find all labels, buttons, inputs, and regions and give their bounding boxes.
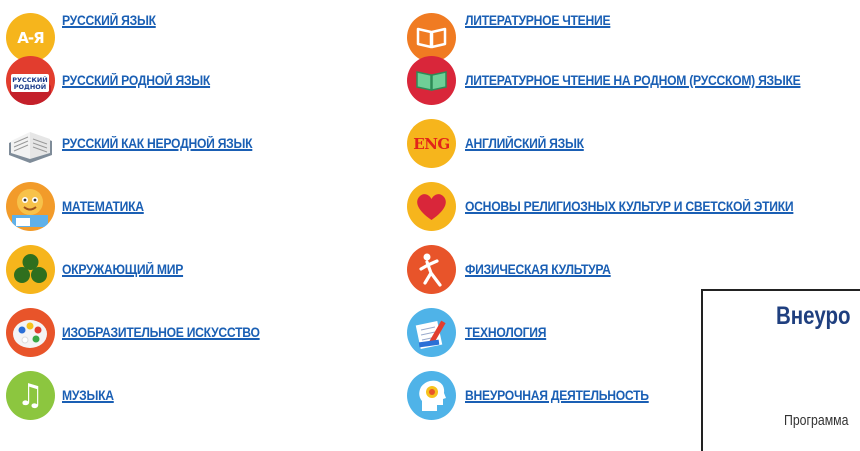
left-subject-list: А-Я РУССКИЙ ЯЗЫК РУССКИЙ РОДНОЙ РУССКИЙ … xyxy=(6,0,282,427)
subject-link[interactable]: ЛИТЕРАТУРНОЕ ЧТЕНИЕ xyxy=(465,13,611,28)
panel-title: Внеуро xyxy=(776,302,851,330)
subject-link[interactable]: ЛИТЕРАТУРНОЕ ЧТЕНИЕ НА РОДНОМ (РУССКОМ) … xyxy=(465,73,801,88)
cartoon-character-icon xyxy=(6,182,55,231)
svg-text:РОДНОЙ: РОДНОЙ xyxy=(14,82,46,91)
subject-item[interactable]: ОСНОВЫ РЕЛИГИОЗНЫХ КУЛЬТУР И СВЕТСКОЙ ЭТ… xyxy=(407,175,838,238)
subject-link[interactable]: РУССКИЙ РОДНОЙ ЯЗЫК xyxy=(62,73,210,88)
eng-icon: ENG xyxy=(407,119,456,168)
subject-link[interactable]: ОКРУЖАЮЩИЙ МИР xyxy=(62,262,183,277)
subject-item[interactable]: А-Я РУССКИЙ ЯЗЫК xyxy=(6,0,282,62)
subject-item[interactable]: МАТЕМАТИКА xyxy=(6,175,282,238)
subject-item[interactable]: ♫ МУЗЫКА xyxy=(6,364,282,427)
heart-icon xyxy=(407,182,456,231)
subject-link[interactable]: РУССКИЙ КАК НЕРОДНОЙ ЯЗЫК xyxy=(62,136,253,151)
subject-link[interactable]: МАТЕМАТИКА xyxy=(62,199,144,214)
subject-item[interactable]: ИЗОБРАЗИТЕЛЬНОЕ ИСКУССТВО xyxy=(6,301,282,364)
extracurricular-panel: Внеуро Программа xyxy=(701,289,860,451)
panel-subtitle: Программа xyxy=(784,412,849,429)
subject-link[interactable]: РУССКИЙ ЯЗЫК xyxy=(62,13,156,28)
open-book-icon xyxy=(6,119,55,168)
subject-link[interactable]: АНГЛИЙСКИЙ ЯЗЫК xyxy=(465,136,584,151)
brain-head-icon xyxy=(407,371,456,420)
athlete-icon xyxy=(407,245,456,294)
subject-item[interactable]: ENG АНГЛИЙСКИЙ ЯЗЫК xyxy=(407,112,838,175)
palette-icon xyxy=(6,308,55,357)
treble-clef-icon: ♫ xyxy=(6,371,55,420)
subject-link[interactable]: ФИЗИЧЕСКАЯ КУЛЬТУРА xyxy=(465,262,611,277)
subject-item[interactable]: ОКРУЖАЮЩИЙ МИР xyxy=(6,238,282,301)
leaves-icon xyxy=(6,245,55,294)
subject-link[interactable]: ИЗОБРАЗИТЕЛЬНОЕ ИСКУССТВО xyxy=(62,325,260,340)
subject-link[interactable]: МУЗЫКА xyxy=(62,388,114,403)
subject-item[interactable]: РУССКИЙ РОДНОЙ РУССКИЙ РОДНОЙ ЯЗЫК xyxy=(6,49,282,112)
subject-link[interactable]: ОСНОВЫ РЕЛИГИОЗНЫХ КУЛЬТУР И СВЕТСКОЙ ЭТ… xyxy=(465,199,794,214)
book-native-icon xyxy=(407,56,456,105)
subject-item[interactable]: РУССКИЙ КАК НЕРОДНОЙ ЯЗЫК xyxy=(6,112,282,175)
subject-item[interactable]: ЛИТЕРАТУРНОЕ ЧТЕНИЕ xyxy=(407,0,838,62)
tools-icon xyxy=(407,308,456,357)
subject-item[interactable]: ЛИТЕРАТУРНОЕ ЧТЕНИЕ НА РОДНОМ (РУССКОМ) … xyxy=(407,49,838,112)
subject-link[interactable]: ТЕХНОЛОГИЯ xyxy=(465,325,546,340)
subject-link[interactable]: ВНЕУРОЧНАЯ ДЕЯТЕЛЬНОСТЬ xyxy=(465,388,649,403)
book-russian-native-icon: РУССКИЙ РОДНОЙ xyxy=(6,56,55,105)
